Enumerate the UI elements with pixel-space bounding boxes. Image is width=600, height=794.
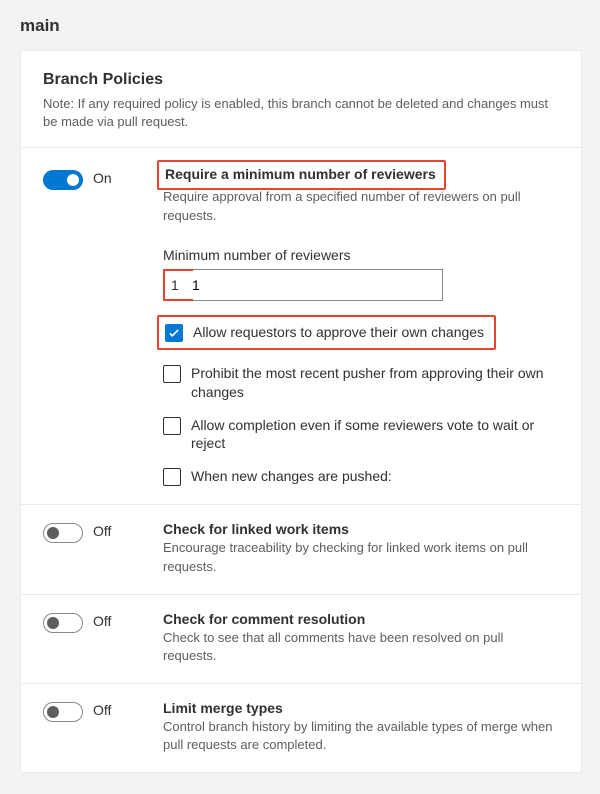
toggle-comment-resolution[interactable] xyxy=(43,613,83,633)
toggle-label-off-2: Off xyxy=(93,613,111,629)
toggle-label-on: On xyxy=(93,170,112,186)
page-title: main xyxy=(0,10,600,50)
toggle-label-off-1: Off xyxy=(93,523,111,539)
policy-limit-merge: Off Limit merge types Control branch his… xyxy=(21,684,581,772)
policy-title-comment-resolution: Check for comment resolution xyxy=(163,611,559,627)
allow-self-highlight: Allow requestors to approve their own ch… xyxy=(157,315,496,350)
checkbox-label-when-new-changes: When new changes are pushed: xyxy=(191,467,392,486)
toggle-limit-merge[interactable] xyxy=(43,702,83,722)
checkbox-when-new-changes[interactable] xyxy=(163,468,181,486)
check-icon xyxy=(168,327,180,339)
section-title: Branch Policies xyxy=(43,71,559,89)
toggle-min-reviewers[interactable] xyxy=(43,170,83,190)
policy-comment-resolution: Off Check for comment resolution Check t… xyxy=(21,595,581,684)
policy-title-limit-merge: Limit merge types xyxy=(163,700,559,716)
min-reviewers-value-highlight: 1 xyxy=(163,269,193,301)
checkbox-label-allow-self: Allow requestors to approve their own ch… xyxy=(193,324,484,340)
policy-desc-limit-merge: Control branch history by limiting the a… xyxy=(163,718,559,754)
checkbox-label-allow-completion: Allow completion even if some reviewers … xyxy=(191,416,559,454)
section-note: Note: If any required policy is enabled,… xyxy=(43,95,559,131)
checkbox-label-prohibit-pusher: Prohibit the most recent pusher from app… xyxy=(191,364,559,402)
toggle-linked-items[interactable] xyxy=(43,523,83,543)
policy-desc-comment-resolution: Check to see that all comments have been… xyxy=(163,629,559,665)
policy-desc-min-reviewers: Require approval from a specified number… xyxy=(163,188,559,224)
policy-title-linked-items: Check for linked work items xyxy=(163,521,559,537)
policy-desc-linked-items: Encourage traceability by checking for l… xyxy=(163,539,559,575)
card-header: Branch Policies Note: If any required po… xyxy=(21,51,581,148)
policy-title-min-reviewers: Require a minimum number of reviewers xyxy=(165,164,436,182)
min-reviewers-input[interactable] xyxy=(163,269,443,301)
policy-min-reviewers: On Require a minimum number of reviewers… xyxy=(21,148,581,505)
checkbox-allow-completion[interactable] xyxy=(163,417,181,435)
min-reviewers-field-label: Minimum number of reviewers xyxy=(163,247,559,263)
checkbox-prohibit-pusher[interactable] xyxy=(163,365,181,383)
policy-linked-items: Off Check for linked work items Encourag… xyxy=(21,505,581,594)
branch-policies-card: Branch Policies Note: If any required po… xyxy=(20,50,582,773)
checkbox-allow-self[interactable] xyxy=(165,324,183,342)
toggle-label-off-3: Off xyxy=(93,702,111,718)
